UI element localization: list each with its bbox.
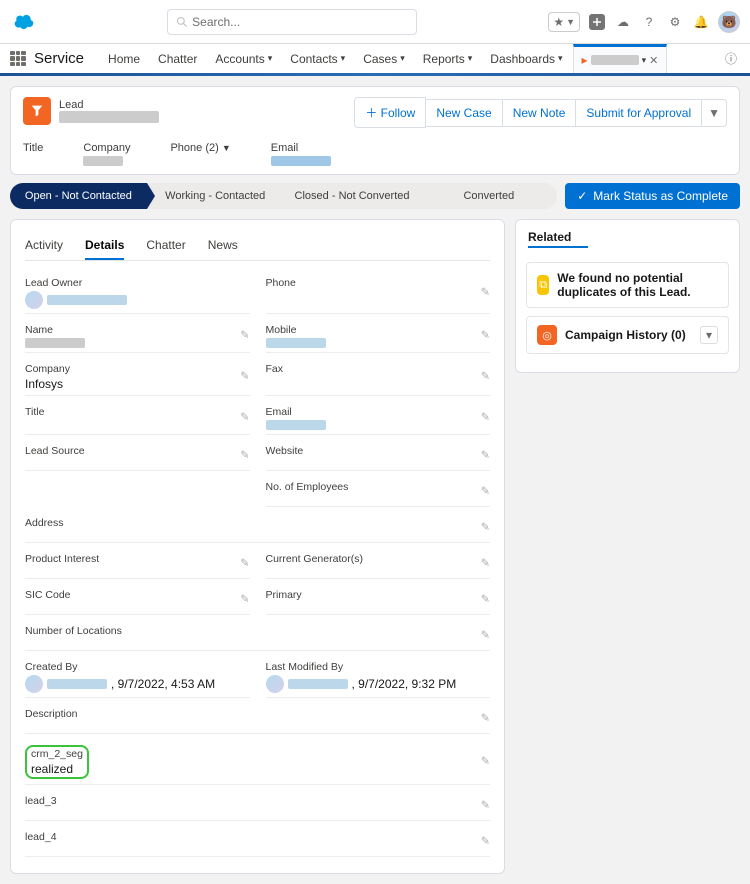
tab-news[interactable]: News [208, 232, 238, 260]
lead-path: Open - Not Contacted Working - Contacted… [10, 183, 557, 209]
nav-dashboards[interactable]: Dashboards▾ [482, 46, 570, 72]
field-current-generators[interactable]: Current Generator(s) [266, 547, 491, 579]
owner-avatar-icon [25, 291, 43, 309]
summary-company-label: Company [83, 142, 130, 154]
summary-title-label: Title [23, 142, 43, 154]
favorites-button[interactable]: ★▼ [548, 12, 580, 32]
path-step-converted[interactable]: Converted [420, 183, 557, 209]
field-phone[interactable]: Phone [266, 271, 491, 314]
app-name: Service [34, 50, 84, 67]
record-actions: ＋ Follow New Case New Note Submit for Ap… [354, 97, 727, 128]
object-label: Lead [59, 99, 83, 111]
nav-active-record-tab[interactable]: ▸ ████████ ▾ ✕ [573, 44, 668, 73]
nav-reports[interactable]: Reports▾ [415, 46, 481, 72]
app-launcher-icon[interactable] [10, 51, 26, 67]
path-step-open[interactable]: Open - Not Contacted [10, 183, 147, 209]
search-icon [176, 16, 188, 28]
field-primary[interactable]: Primary [266, 583, 491, 615]
related-title: Related [528, 230, 571, 244]
related-duplicates[interactable]: ⧉ We found no potential duplicates of th… [526, 262, 729, 308]
app-nav-bar: Service Home Chatter Accounts▾ Contacts▾… [0, 44, 750, 76]
field-website[interactable]: Website [266, 439, 491, 471]
field-fax[interactable]: Fax [266, 357, 491, 396]
lead-object-icon [23, 97, 51, 125]
related-panel: Related ⧉ We found no potential duplicat… [515, 219, 740, 373]
summary-phone-label[interactable]: Phone (2) ▼ [170, 142, 230, 154]
new-case-button[interactable]: New Case [426, 99, 502, 127]
new-note-button[interactable]: New Note [503, 99, 577, 127]
info-icon[interactable]: ⓘ [722, 50, 740, 68]
tab-chatter[interactable]: Chatter [146, 232, 185, 260]
field-title[interactable]: Title [25, 400, 250, 435]
created-by-avatar-icon [25, 675, 43, 693]
record-highlights-panel: Lead ████████████ ＋ Follow New Case New … [10, 86, 740, 175]
tab-activity[interactable]: Activity [25, 232, 63, 260]
setup-gear-icon[interactable]: ⚙ [666, 13, 684, 31]
follow-button[interactable]: ＋ Follow [354, 97, 426, 128]
campaign-icon: ◎ [537, 325, 557, 345]
field-lead-source[interactable]: Lead Source [25, 439, 250, 471]
tab-details[interactable]: Details [85, 232, 124, 260]
field-company[interactable]: CompanyInfosys [25, 357, 250, 396]
related-campaign-history[interactable]: ◎ Campaign History (0) ▾ [526, 316, 729, 354]
global-header: Search... ★▼ ☁ ? ⚙ 🔔 🐻 [0, 0, 750, 44]
path-step-working[interactable]: Working - Contacted [147, 183, 284, 209]
salesforce-logo-icon [10, 13, 36, 31]
field-lead-3[interactable]: lead_3 [25, 789, 490, 821]
field-email[interactable]: Email██████████ [266, 400, 491, 435]
nav-accounts[interactable]: Accounts▾ [207, 46, 280, 72]
global-search-input[interactable]: Search... [167, 9, 417, 35]
field-created-by: Created By████████, 9/7/2022, 4:53 AM [25, 655, 250, 698]
field-number-of-locations[interactable]: Number of Locations [25, 619, 490, 651]
path-step-closed[interactable]: Closed - Not Converted [284, 183, 421, 209]
notifications-bell-icon[interactable]: 🔔 [692, 13, 710, 31]
details-card: Activity Details Chatter News Lead Owner… [10, 219, 505, 874]
help-icon[interactable]: ? [640, 13, 658, 31]
field-lead-4[interactable]: lead_4 [25, 825, 490, 857]
nav-cases[interactable]: Cases▾ [355, 46, 413, 72]
nav-contacts[interactable]: Contacts▾ [282, 46, 353, 72]
duplicates-icon: ⧉ [537, 275, 549, 295]
field-lead-owner: Lead Owner████████████ [25, 271, 250, 314]
record-name: ████████████ [59, 111, 159, 123]
nav-home[interactable]: Home [100, 46, 148, 72]
field-no-of-employees[interactable]: No. of Employees [266, 475, 491, 507]
field-sic-code[interactable]: SIC Code [25, 583, 250, 615]
field-mobile[interactable]: Mobile██████████ [266, 318, 491, 353]
field-name[interactable]: Name██████████ [25, 318, 250, 353]
salesforce-help-icon[interactable]: ☁ [614, 13, 632, 31]
field-address[interactable]: Address [25, 511, 490, 543]
user-avatar[interactable]: 🐻 [718, 11, 740, 33]
expand-campaign-history-button[interactable]: ▾ [700, 326, 718, 344]
field-last-modified-by: Last Modified By████████, 9/7/2022, 9:32… [266, 655, 491, 698]
field-product-interest[interactable]: Product Interest [25, 547, 250, 579]
more-actions-button[interactable]: ▼ [702, 99, 727, 127]
nav-chatter[interactable]: Chatter [150, 46, 205, 72]
add-icon[interactable] [588, 13, 606, 31]
mark-status-complete-button[interactable]: ✓ Mark Status as Complete [565, 183, 740, 209]
submit-for-approval-button[interactable]: Submit for Approval [576, 99, 702, 127]
field-crm-2-seg[interactable]: crm_2_seg realized [25, 738, 490, 785]
summary-email-label: Email [271, 142, 331, 154]
field-description[interactable]: Description [25, 702, 490, 734]
modified-by-avatar-icon [266, 675, 284, 693]
